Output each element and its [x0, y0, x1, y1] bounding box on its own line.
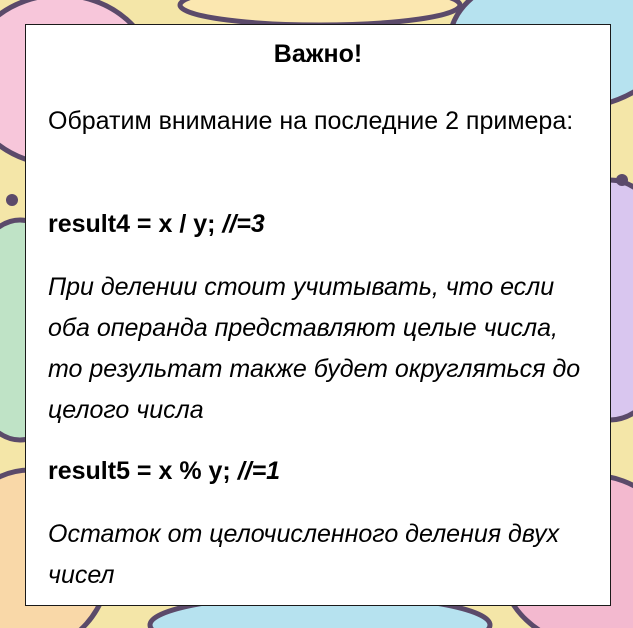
modulo-explanation: Остаток от целочисленного деления двух ч… — [48, 520, 560, 589]
code-example-modulo: result5 = x % y; //=1 — [48, 451, 592, 492]
code-comment: //=1 — [237, 457, 281, 485]
intro-text: Обратим внимание на последние 2 примера: — [48, 107, 574, 135]
code-comment: //=3 — [222, 210, 265, 238]
code-example-division: result4 = x / y; //=3 — [48, 204, 592, 245]
important-note-card: Важно! Обратим внимание на последние 2 п… — [25, 24, 611, 606]
division-explanation: При делении стоит учитывать, что если об… — [48, 273, 581, 424]
code-expression: result4 = x / y; — [48, 210, 223, 238]
card-title: Важно! — [273, 40, 363, 68]
code-expression: result5 = x % y; — [48, 457, 238, 485]
